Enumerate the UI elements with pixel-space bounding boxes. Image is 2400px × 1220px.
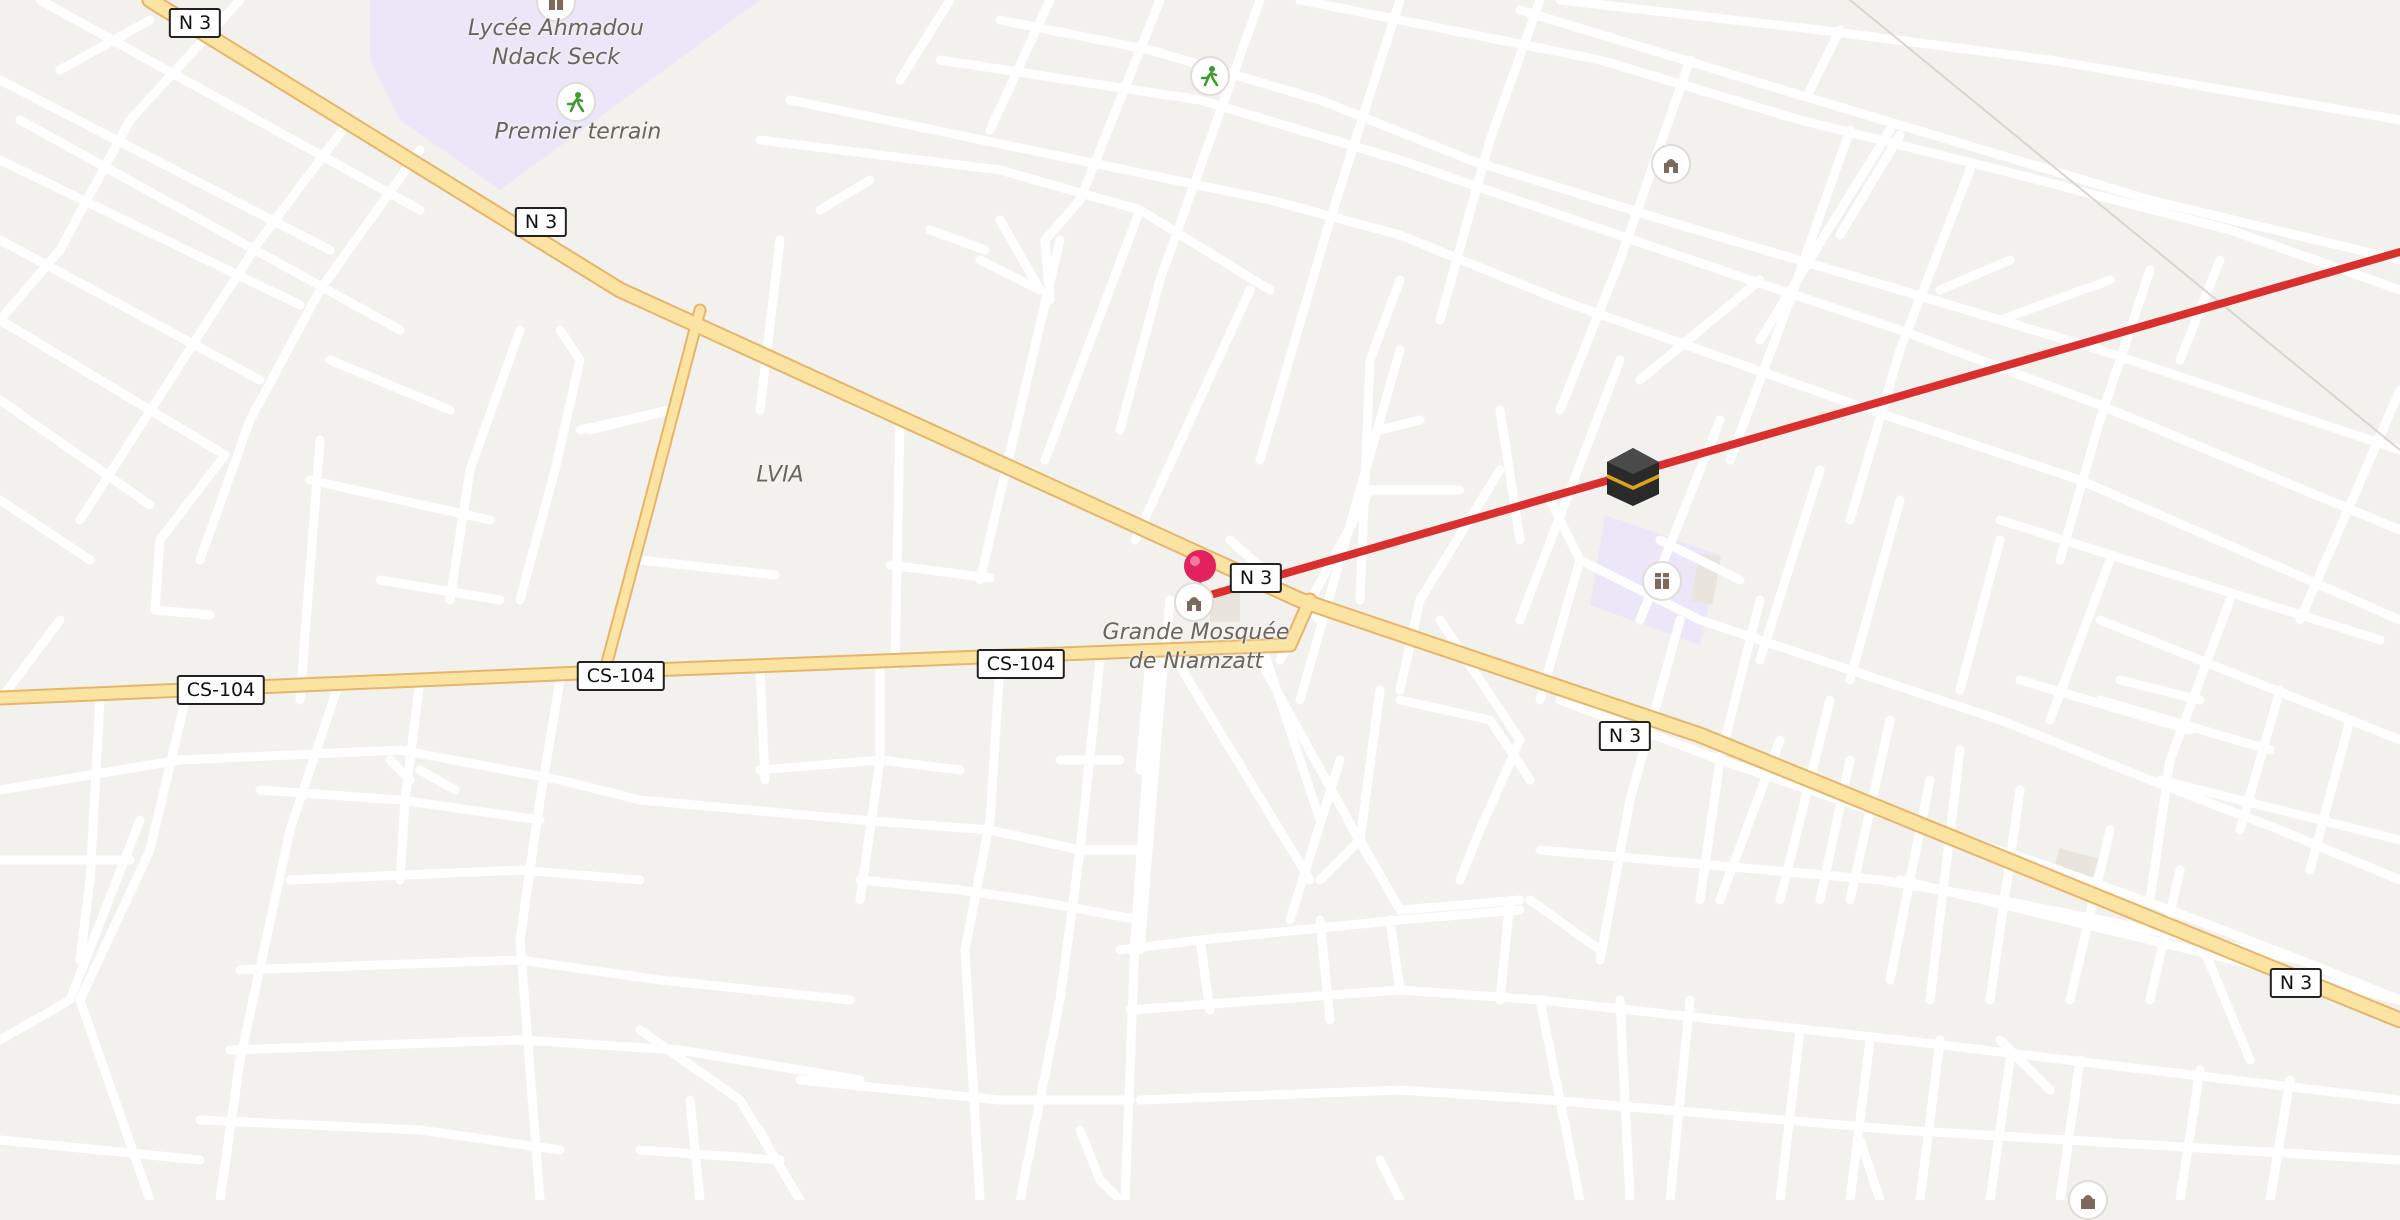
place-label-lvia: LVIA <box>756 462 804 488</box>
sports-field-icon[interactable] <box>1190 56 1230 96</box>
place-label-grande-mosquee: Grande Mosquée de Niamzatt <box>1102 620 1290 674</box>
road-shield-n3: N 3 <box>1229 563 1283 593</box>
major-roads <box>0 0 2400 1029</box>
road-shield-cs104: CS-104 <box>576 661 666 691</box>
mosque-icon[interactable] <box>1651 144 1691 184</box>
road-shield-n3: N 3 <box>168 8 222 38</box>
place-label-lycee: Lycée Ahmadou Ndack Seck <box>468 16 644 70</box>
kaaba-icon <box>1607 448 1659 506</box>
road-shield-n3: N 3 <box>2269 968 2323 998</box>
place-label-premier-terrain: Premier terrain <box>494 119 662 145</box>
road-shield-n3: N 3 <box>1598 721 1652 751</box>
mosque-icon[interactable] <box>1174 582 1214 622</box>
sports-field-icon[interactable] <box>556 82 596 122</box>
road-shield-n3: N 3 <box>514 207 568 237</box>
road-shield-cs104: CS-104 <box>176 675 266 705</box>
railway-line <box>1849 0 2400 451</box>
mosque-icon[interactable] <box>2068 1180 2108 1220</box>
road-shield-cs104: CS-104 <box>976 649 1066 679</box>
map-canvas[interactable]: N 3 N 3 N 3 N 3 N 3 CS-104 CS-104 CS-104… <box>0 0 2400 1220</box>
school-icon[interactable] <box>1642 561 1682 601</box>
